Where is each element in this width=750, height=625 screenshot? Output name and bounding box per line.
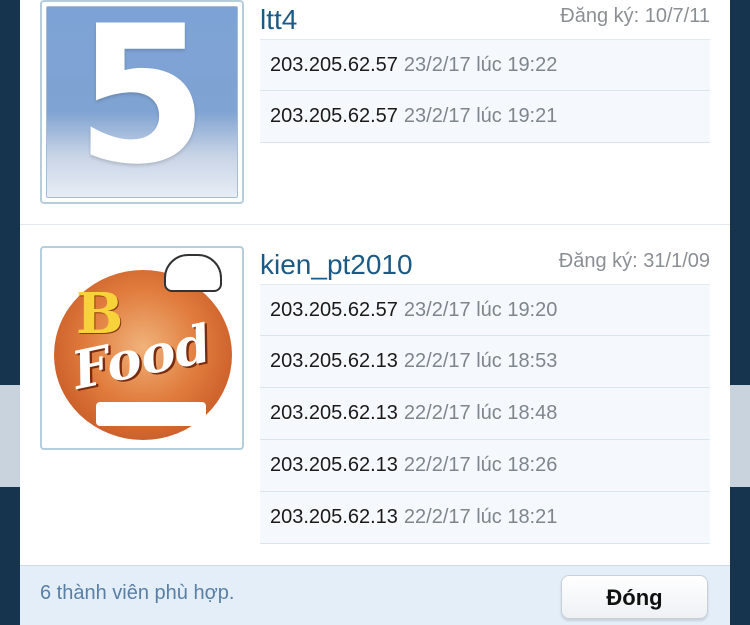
ip-row: 203.205.62.13 22/2/17 lúc 18:53 xyxy=(260,336,710,388)
ip-row: 203.205.62.13 22/2/17 lúc 18:26 xyxy=(260,440,710,492)
ip-address[interactable]: 203.205.62.13 xyxy=(270,350,398,373)
backdrop-left xyxy=(0,0,20,625)
ip-row: 203.205.62.57 23/2/17 lúc 19:21 xyxy=(260,91,710,143)
join-date: Đăng ký: 10/7/11 xyxy=(560,5,710,27)
number-5-avatar-icon: 5 xyxy=(46,6,238,198)
ip-time: 22/2/17 lúc 18:48 xyxy=(403,402,558,424)
avatar[interactable]: B Food xyxy=(40,246,244,450)
username-link[interactable]: ltt4 xyxy=(260,6,297,34)
avatar[interactable]: 5 xyxy=(40,0,244,204)
ip-address[interactable]: 203.205.62.57 xyxy=(270,299,398,322)
ip-time: 23/2/17 lúc 19:20 xyxy=(403,298,558,321)
match-count: 6 thành viên phù hợp. xyxy=(40,582,235,604)
join-date: Đăng ký: 31/1/09 xyxy=(558,250,710,272)
shared-ip-dialog: 5 ltt4 Đăng ký: 10/7/11 203.205.62.57 23… xyxy=(20,0,730,625)
ip-row: 203.205.62.13 22/2/17 lúc 18:48 xyxy=(260,388,710,440)
ip-list: 203.205.62.57 23/2/17 lúc 19:20 203.205.… xyxy=(260,284,710,544)
ip-list: 203.205.62.57 23/2/17 lúc 19:22 203.205.… xyxy=(260,39,710,143)
ip-time: 22/2/17 lúc 18:53 xyxy=(403,350,558,372)
ip-row: 203.205.62.57 23/2/17 lúc 19:20 xyxy=(260,284,710,336)
username-link[interactable]: kien_pt2010 xyxy=(260,251,413,279)
close-button[interactable]: Đóng xyxy=(561,575,708,619)
dialog-footer: 6 thành viên phù hợp. Đóng xyxy=(20,565,730,625)
member-block: B Food kien_pt2010 Đăng ký: 31/1/09 203.… xyxy=(20,225,730,565)
ip-time: 22/2/17 lúc 18:21 xyxy=(403,506,558,528)
ip-address[interactable]: 203.205.62.57 xyxy=(270,54,398,77)
ip-address[interactable]: 203.205.62.13 xyxy=(270,402,398,425)
ip-address[interactable]: 203.205.62.57 xyxy=(270,105,398,128)
ip-address[interactable]: 203.205.62.13 xyxy=(270,506,398,529)
ip-time: 23/2/17 lúc 19:21 xyxy=(403,105,558,127)
ip-address[interactable]: 203.205.62.13 xyxy=(270,454,398,477)
ip-time: 22/2/17 lúc 18:26 xyxy=(403,454,558,476)
ip-row: 203.205.62.13 22/2/17 lúc 18:21 xyxy=(260,492,710,544)
backdrop-right xyxy=(730,0,750,625)
member-block: 5 ltt4 Đăng ký: 10/7/11 203.205.62.57 23… xyxy=(20,0,730,225)
food-logo-avatar-icon: B Food xyxy=(46,252,238,444)
chef-hat-icon xyxy=(164,254,222,292)
ip-time: 23/2/17 lúc 19:22 xyxy=(403,53,558,76)
ip-row: 203.205.62.57 23/2/17 lúc 19:22 xyxy=(260,39,710,91)
